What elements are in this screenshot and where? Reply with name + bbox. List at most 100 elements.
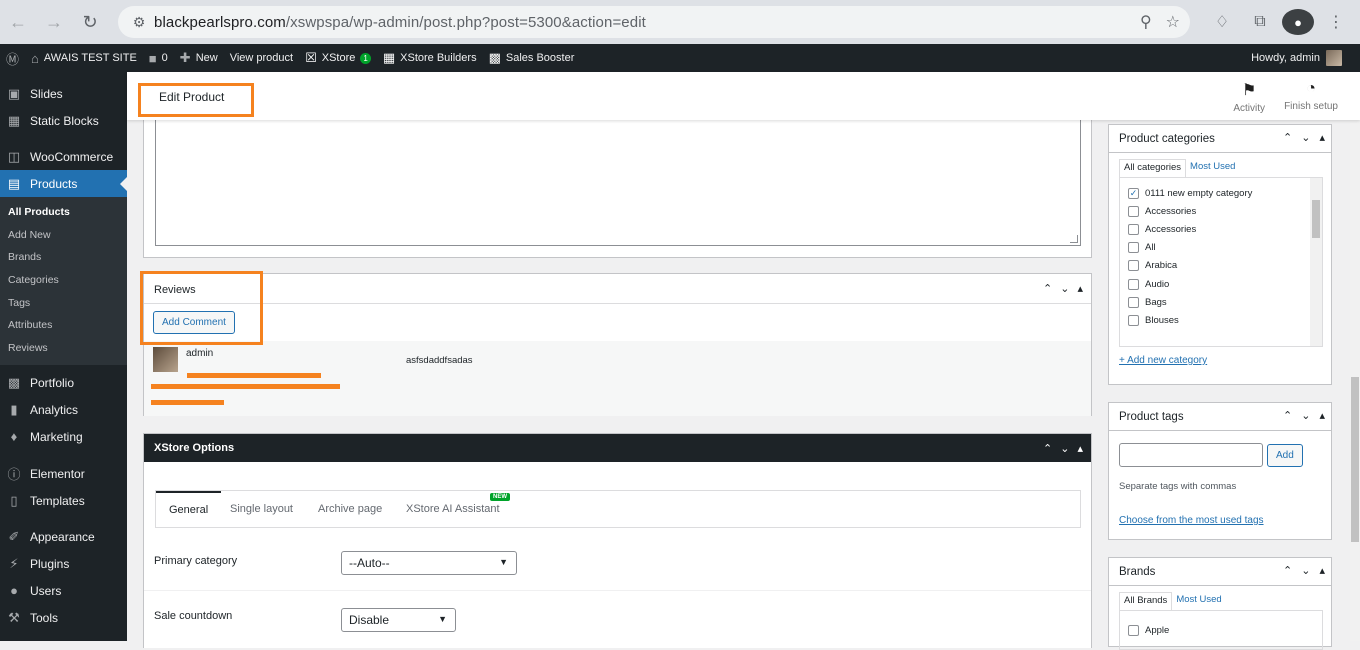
sales-booster-menu[interactable]: ▩ Sales Booster — [483, 44, 581, 72]
category-item[interactable]: Blouses — [1120, 311, 1322, 329]
activity-button[interactable]: ⚑ Activity — [1233, 80, 1265, 114]
submenu-brands[interactable]: Brands — [0, 246, 127, 269]
zoom-icon[interactable]: ⚲ — [1140, 12, 1152, 32]
checkbox[interactable] — [1128, 260, 1139, 272]
move-down-icon[interactable]: ⌄ — [1301, 131, 1310, 144]
move-down-icon[interactable]: ⌄ — [1301, 564, 1310, 577]
category-item[interactable]: Arabica — [1120, 257, 1322, 275]
site-info-icon[interactable]: ⚙ — [124, 14, 154, 31]
sidebar-item-slides[interactable]: ▣ Slides — [0, 80, 127, 107]
checkbox[interactable] — [1128, 296, 1139, 308]
add-new-category-link[interactable]: + Add new category — [1119, 355, 1207, 366]
category-item[interactable]: ✓ 0111 new empty category — [1120, 184, 1322, 202]
submenu-tags[interactable]: Tags — [0, 291, 127, 314]
sidebar-item-users[interactable]: ● Users — [0, 577, 127, 604]
sidebar-item-elementor[interactable]: ⓘ Elementor — [0, 460, 127, 487]
product-tags-title: Product tags — [1119, 411, 1184, 423]
wordpress-logo[interactable]: Ⓜ — [0, 44, 25, 72]
category-scrollbar[interactable] — [1310, 178, 1322, 346]
tab-xstore-ai-assistant[interactable]: XStore AI Assistant — [406, 491, 500, 527]
url-text[interactable]: blackpearlspro.com/xswpspa/wp-admin/post… — [154, 14, 646, 31]
finish-setup-button[interactable]: ◔ Finish setup — [1284, 80, 1338, 112]
back-arrow-icon[interactable]: ← — [0, 4, 36, 40]
sidebar-item-tools[interactable]: ⚒ Tools — [0, 604, 127, 631]
category-item[interactable]: Audio — [1120, 275, 1322, 293]
tab-general[interactable]: General — [156, 491, 222, 527]
sidebar-item-plugins[interactable]: ⚡ Plugins — [0, 550, 127, 577]
submenu-add-new[interactable]: Add New — [0, 224, 127, 247]
brand-checklist[interactable]: Apple — [1119, 610, 1323, 650]
sidebar-item-templates[interactable]: ▯ Templates — [0, 487, 127, 514]
brand-item[interactable]: Apple — [1120, 621, 1322, 639]
category-item[interactable]: Accessories — [1120, 220, 1322, 238]
checkbox[interactable] — [1128, 242, 1139, 254]
tab-most-used-brands[interactable]: Most Used — [1172, 592, 1225, 610]
description-textarea[interactable] — [155, 120, 1081, 246]
primary-category-select[interactable]: --Auto-- ▼ — [341, 551, 517, 575]
sidebar-item-analytics[interactable]: ▮ Analytics — [0, 396, 127, 423]
view-product-link[interactable]: View product — [224, 44, 299, 72]
move-up-icon[interactable]: ⌃ — [1043, 442, 1052, 455]
page-scrollbar-thumb[interactable] — [1351, 377, 1359, 542]
category-checklist[interactable]: ✓ 0111 new empty category Accessories Acces… — [1119, 177, 1323, 347]
category-item[interactable]: All — [1120, 239, 1322, 257]
sidebar-item-marketing[interactable]: ♦ Marketing — [0, 423, 127, 450]
category-label: Blouses — [1145, 314, 1179, 326]
move-down-icon[interactable]: ⌄ — [1060, 442, 1069, 455]
reload-icon[interactable]: ↻ — [72, 4, 108, 40]
extension-icon[interactable]: ♢ — [1206, 12, 1238, 32]
xstore-builders-menu[interactable]: ▦ XStore Builders — [377, 44, 483, 72]
sidebar-item-products[interactable]: ▤ Products — [0, 170, 127, 197]
move-up-icon[interactable]: ⌃ — [1283, 409, 1292, 422]
bookmark-star-icon[interactable]: ☆ — [1166, 12, 1180, 32]
sale-countdown-select[interactable]: Disable ▼ — [341, 608, 456, 632]
profile-icon[interactable]: ● — [1282, 9, 1314, 35]
sidebar-item-appearance[interactable]: ✐ Appearance — [0, 523, 127, 550]
xstore-menu[interactable]: ☒ XStore 1 — [299, 44, 377, 72]
submenu-reviews[interactable]: Reviews — [0, 337, 127, 360]
checkbox[interactable] — [1128, 223, 1139, 235]
checkbox[interactable] — [1128, 314, 1139, 326]
new-content-link[interactable]: ✚ New — [174, 44, 224, 72]
move-up-icon[interactable]: ⌃ — [1283, 131, 1292, 144]
move-up-icon[interactable]: ⌃ — [1283, 564, 1292, 577]
forward-arrow-icon[interactable]: → — [36, 4, 72, 40]
toggle-panel-icon[interactable]: ▴ — [1077, 442, 1083, 455]
category-item[interactable]: Bags — [1120, 293, 1322, 311]
sidebar-item-woocommerce[interactable]: ◫ WooCommerce — [0, 143, 127, 170]
tab-all-brands[interactable]: All Brands — [1119, 592, 1173, 610]
sidebar-item-portfolio[interactable]: ▩ Portfolio — [0, 369, 127, 396]
tab-most-used[interactable]: Most Used — [1186, 159, 1239, 177]
category-item[interactable]: Accessories — [1120, 202, 1322, 220]
toggle-panel-icon[interactable]: ▴ — [1319, 409, 1325, 422]
checkbox[interactable] — [1128, 278, 1139, 290]
toggle-panel-icon[interactable]: ▴ — [1319, 131, 1325, 144]
submenu-all-products[interactable]: All Products — [0, 201, 127, 224]
tab-archive-page[interactable]: Archive page — [318, 491, 382, 527]
tab-all-categories[interactable]: All categories — [1119, 159, 1187, 177]
checkbox[interactable] — [1128, 205, 1139, 217]
toggle-panel-icon[interactable]: ▴ — [1319, 564, 1325, 577]
tab-single-layout[interactable]: Single layout — [230, 491, 293, 527]
checkbox-checked[interactable]: ✓ — [1128, 187, 1139, 199]
site-name-link[interactable]: ⌂ AWAIS TEST SITE — [25, 44, 143, 72]
account-menu[interactable]: Howdy, admin — [1251, 44, 1342, 72]
submenu-categories[interactable]: Categories — [0, 269, 127, 292]
add-tag-button[interactable]: Add — [1267, 444, 1303, 467]
move-up-icon[interactable]: ⌃ — [1043, 282, 1052, 295]
move-down-icon[interactable]: ⌄ — [1060, 282, 1069, 295]
toggle-panel-icon[interactable]: ▴ — [1077, 282, 1083, 295]
address-bar[interactable]: ⚙ blackpearlspro.com/xswpspa/wp-admin/po… — [118, 6, 1190, 38]
menu-dots-icon[interactable]: ⋮ — [1320, 12, 1352, 32]
comments-link[interactable]: ■ 0 — [143, 44, 174, 72]
sidebar-item-static-blocks[interactable]: ▦ Static Blocks — [0, 107, 127, 134]
checkbox[interactable] — [1128, 624, 1139, 636]
tag-input[interactable] — [1119, 443, 1263, 467]
submenu-attributes[interactable]: Attributes — [0, 314, 127, 337]
puzzle-icon[interactable]: ⧉ — [1244, 13, 1276, 31]
move-down-icon[interactable]: ⌄ — [1301, 409, 1310, 422]
choose-most-used-tags-link[interactable]: Choose from the most used tags — [1119, 515, 1264, 526]
page-scrollbar[interactable] — [1350, 72, 1360, 641]
scrollbar-thumb[interactable] — [1312, 200, 1320, 238]
resize-handle[interactable] — [1070, 235, 1078, 243]
